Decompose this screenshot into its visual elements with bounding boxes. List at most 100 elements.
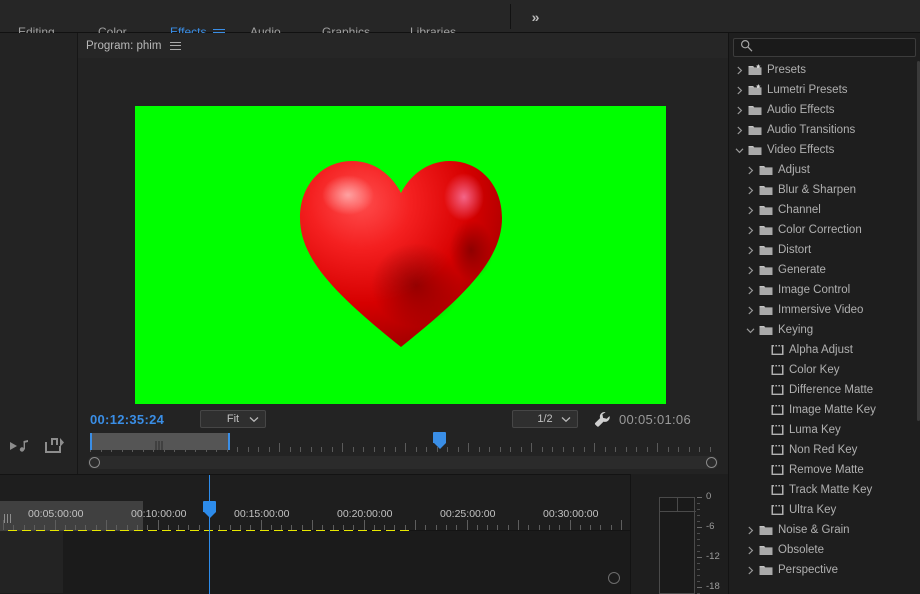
meter-minor-tick xyxy=(697,515,700,516)
play-audio-icon[interactable] xyxy=(8,439,30,453)
chevron-right-icon[interactable] xyxy=(744,246,757,255)
effect-folder-channel[interactable]: Channel xyxy=(729,200,920,220)
effect-item-track-matte-key[interactable]: Track Matte Key xyxy=(729,480,920,500)
rail-icon-group xyxy=(0,433,78,459)
effect-folder-perspective[interactable]: Perspective xyxy=(729,560,920,580)
timeline-panel: 00:05:00:00 00:10:00:00 00:15:00:00 00:20:0… xyxy=(0,474,630,594)
effect-folder-immersive-video[interactable]: Immersive Video xyxy=(729,300,920,320)
folder-icon xyxy=(757,564,775,576)
timeline-zoom-handle[interactable] xyxy=(608,572,620,584)
effects-tree[interactable]: Presets Lumetri Presets Audio Effects Audio… xyxy=(729,60,920,580)
chevron-right-icon[interactable] xyxy=(744,266,757,275)
video-frame[interactable] xyxy=(135,106,666,404)
monitor-work-area[interactable] xyxy=(90,433,230,450)
effect-item-alpha-adjust[interactable]: Alpha Adjust xyxy=(729,340,920,360)
effect-folder-audio-transitions[interactable]: Audio Transitions xyxy=(729,120,920,140)
effect-item-non-red-key[interactable]: Non Red Key xyxy=(729,440,920,460)
folder-icon xyxy=(746,124,764,136)
playback-resolution-select[interactable]: 1/2 xyxy=(512,410,578,428)
meter-db-label: -12 xyxy=(706,551,720,562)
chevron-right-icon[interactable] xyxy=(733,66,746,75)
effect-item-image-matte-key[interactable]: Image Matte Key xyxy=(729,400,920,420)
tree-item-label: Non Red Key xyxy=(789,444,858,456)
playhead-line xyxy=(209,475,211,594)
timeline-grip-icon[interactable] xyxy=(4,510,14,523)
chevron-right-icon[interactable] xyxy=(733,106,746,115)
track-headers[interactable] xyxy=(0,531,63,593)
effect-icon xyxy=(768,364,786,376)
zoom-level-select[interactable]: Fit xyxy=(200,410,266,428)
timeline-ruler-label: 00:25:00:00 xyxy=(440,508,496,520)
meter-minor-tick xyxy=(697,509,700,510)
effect-item-color-key[interactable]: Color Key xyxy=(729,360,920,380)
timeline-ruler-label: 00:05:00:00 xyxy=(28,508,84,520)
effect-folder-blur-sharpen[interactable]: Blur & Sharpen xyxy=(729,180,920,200)
tree-item-label: Noise & Grain xyxy=(778,524,850,536)
export-icon[interactable] xyxy=(44,438,64,454)
tree-item-label: Channel xyxy=(778,204,821,216)
panel-menu-icon[interactable] xyxy=(170,39,182,52)
monitor-scrubber[interactable] xyxy=(78,432,728,456)
meter-minor-tick xyxy=(697,569,700,570)
search-input[interactable] xyxy=(758,41,908,54)
chevron-right-icon[interactable] xyxy=(744,226,757,235)
workspace-overflow-button[interactable]: » xyxy=(520,0,550,33)
current-timecode[interactable]: 00:12:35:24 xyxy=(90,412,164,427)
chevron-right-icon[interactable] xyxy=(744,286,757,295)
program-monitor-title: Program: phim xyxy=(86,39,162,52)
effect-folder-keying[interactable]: Keying xyxy=(729,320,920,340)
tree-item-label: Image Matte Key xyxy=(789,404,876,416)
chevron-right-icon[interactable] xyxy=(744,526,757,535)
chevron-down-icon xyxy=(561,414,571,426)
effect-folder-obsolete[interactable]: Obsolete xyxy=(729,540,920,560)
tree-item-label: Audio Effects xyxy=(767,104,835,116)
timeline-tracks-area[interactable] xyxy=(0,531,630,593)
duration-timecode[interactable]: 00:05:01:06 xyxy=(619,412,691,427)
meter-minor-tick xyxy=(697,551,700,552)
red-heart-graphic xyxy=(296,155,506,355)
chevron-right-icon[interactable] xyxy=(744,186,757,195)
work-area-grip[interactable] xyxy=(155,437,165,450)
chevron-right-icon[interactable] xyxy=(744,566,757,575)
folder-icon xyxy=(746,104,764,116)
wrench-icon[interactable] xyxy=(594,411,611,433)
effect-item-luma-key[interactable]: Luma Key xyxy=(729,420,920,440)
timeline-ruler[interactable]: 00:05:00:00 00:10:00:00 00:15:00:00 00:20:0… xyxy=(0,501,630,534)
effect-item-remove-matte[interactable]: Remove Matte xyxy=(729,460,920,480)
chevron-down-icon[interactable] xyxy=(744,326,757,335)
effect-folder-generate[interactable]: Generate xyxy=(729,260,920,280)
workspace-bar: Editing Color Effects Audio Graphics Librarie… xyxy=(0,0,920,39)
effects-panel: Presets Lumetri Presets Audio Effects Audio… xyxy=(728,33,920,594)
monitor-zoom-scrollbar[interactable] xyxy=(88,456,718,469)
effect-item-difference-matte[interactable]: Difference Matte xyxy=(729,380,920,400)
effect-folder-distort[interactable]: Distort xyxy=(729,240,920,260)
chevron-right-icon[interactable] xyxy=(744,546,757,555)
effect-item-ultra-key[interactable]: Ultra Key xyxy=(729,500,920,520)
monitor-canvas[interactable] xyxy=(78,58,728,406)
chevron-right-icon[interactable] xyxy=(744,206,757,215)
zoom-handle-left[interactable] xyxy=(89,457,100,468)
chevron-right-icon[interactable] xyxy=(733,126,746,135)
effect-folder-adjust[interactable]: Adjust xyxy=(729,160,920,180)
effect-folder-video-effects[interactable]: Video Effects xyxy=(729,140,920,160)
effect-folder-lumetri-presets[interactable]: Lumetri Presets xyxy=(729,80,920,100)
effect-folder-image-control[interactable]: Image Control xyxy=(729,280,920,300)
effect-folder-noise-grain[interactable]: Noise & Grain xyxy=(729,520,920,540)
tree-item-label: Remove Matte xyxy=(789,464,864,476)
zoom-handle-right[interactable] xyxy=(706,457,717,468)
chevron-down-icon[interactable] xyxy=(733,146,746,155)
tree-item-label: Keying xyxy=(778,324,814,336)
effect-folder-color-correction[interactable]: Color Correction xyxy=(729,220,920,240)
effect-folder-audio-effects[interactable]: Audio Effects xyxy=(729,100,920,120)
folder-icon xyxy=(757,284,775,296)
chevron-right-icon[interactable] xyxy=(744,306,757,315)
effects-search-field[interactable] xyxy=(733,38,916,57)
tree-item-label: Adjust xyxy=(778,164,810,176)
meter-db-label: -18 xyxy=(706,581,720,592)
effect-folder-presets[interactable]: Presets xyxy=(729,60,920,80)
monitor-playhead[interactable] xyxy=(433,432,446,454)
chevron-right-icon[interactable] xyxy=(733,86,746,95)
chevron-right-icon[interactable] xyxy=(744,166,757,175)
folder-icon xyxy=(757,304,775,316)
tree-item-label: Distort xyxy=(778,244,812,256)
